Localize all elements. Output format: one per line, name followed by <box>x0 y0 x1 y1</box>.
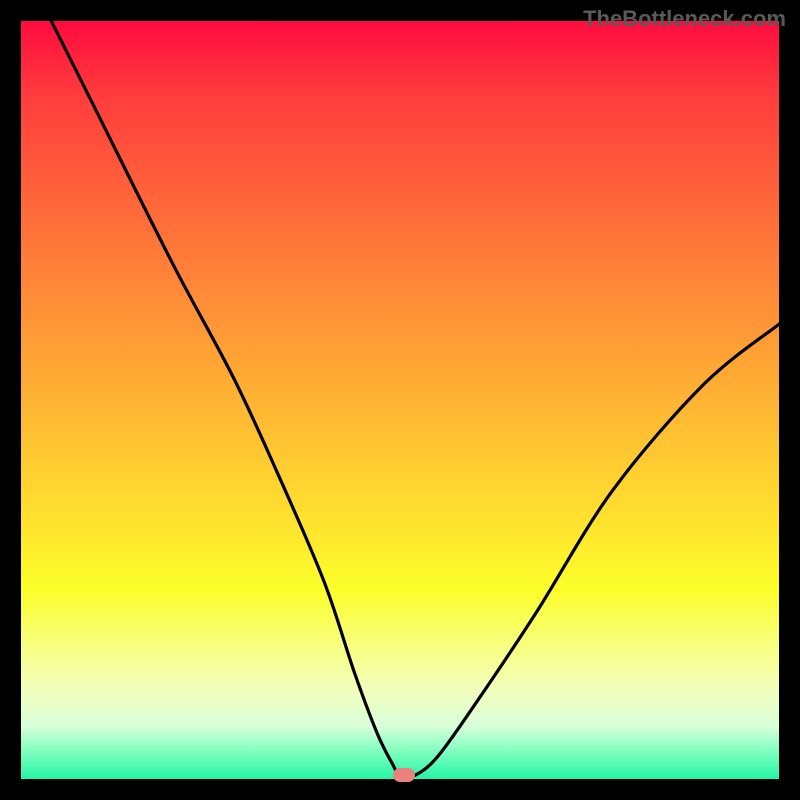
optimal-point-marker <box>393 768 415 782</box>
bottleneck-curve <box>21 21 779 779</box>
chart-plot-area <box>21 21 779 779</box>
watermark-text: TheBottleneck.com <box>583 6 786 32</box>
